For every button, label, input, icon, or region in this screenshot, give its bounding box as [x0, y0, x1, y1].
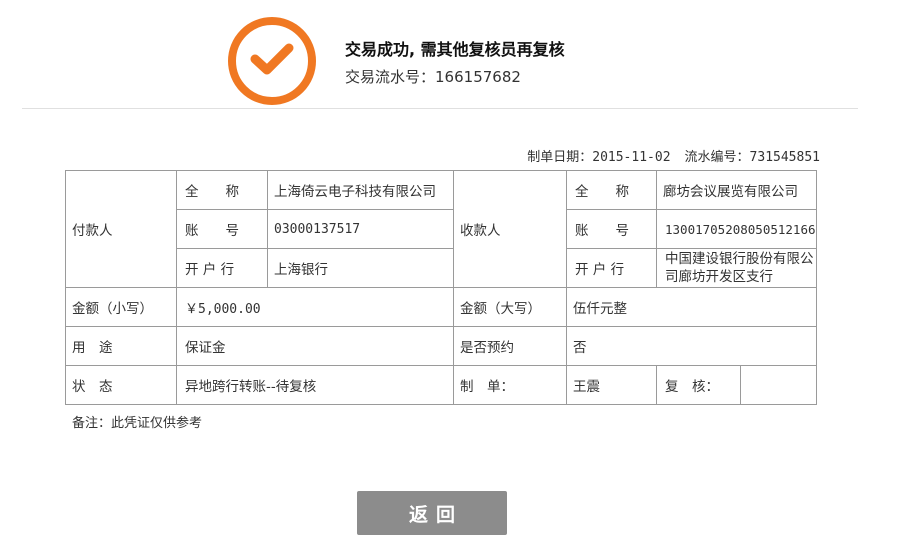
payer-bank-value: 上海银行: [267, 248, 454, 288]
amount-small-label: 金额（小写）: [65, 287, 177, 327]
maker-value: 王震: [566, 365, 657, 405]
checker-label: 复 核：: [656, 365, 741, 405]
meta-serial-label: 流水编号：: [684, 150, 750, 165]
voucher-table: 付款人 全 称 上海倚云电子科技有限公司 收款人 全 称 廊坊会议展览有限公司 …: [65, 170, 817, 405]
payer-name-value: 上海倚云电子科技有限公司: [267, 170, 454, 210]
result-title: 交易成功, 需其他复核员再复核: [345, 40, 565, 59]
payee-name-label: 全 称: [566, 170, 657, 210]
table-row: 开 户 行 上海银行 开 户 行 中国建设银行股份有限公司廊坊开发区支行: [66, 248, 817, 288]
voucher-meta: 制单日期：2015-11-02 流水编号：731545851: [527, 146, 820, 165]
maker-label: 制 单：: [453, 365, 567, 405]
meta-serial-value: 731545851: [749, 150, 820, 165]
payer-bank-label: 开 户 行: [176, 248, 268, 288]
status-value: 异地跨行转账--待复核: [176, 365, 454, 405]
reserve-value: 否: [566, 326, 817, 366]
result-header: 交易成功, 需其他复核员再复核 交易流水号：166157682: [0, 0, 910, 108]
table-row: 状 态 异地跨行转账--待复核 制 单： 王震 复 核：: [65, 365, 817, 405]
payer-account-label: 账 号: [176, 209, 268, 249]
checkmark-icon: [250, 43, 294, 75]
success-icon-circle: [228, 17, 316, 105]
payer-account-value: 03000137517: [267, 209, 454, 249]
payer-label: 付款人: [65, 170, 177, 288]
purpose-value: 保证金: [176, 326, 454, 366]
header-divider: [22, 108, 858, 109]
amount-big-value: 伍仟元整: [566, 287, 817, 327]
table-row: 金额（小写） ￥5,000.00 金额（大写） 伍仟元整: [65, 287, 817, 327]
serial-label: 交易流水号：: [345, 68, 436, 86]
voucher-note: 备注：此凭证仅供参考: [72, 416, 203, 431]
reserve-label: 是否预约: [453, 326, 567, 366]
payee-bank-value: 中国建设银行股份有限公司廊坊开发区支行: [656, 248, 817, 288]
date-value: 2015-11-02: [592, 150, 671, 165]
serial-value: 166157682: [435, 68, 521, 86]
payee-account-label: 账 号: [566, 209, 657, 249]
payee-account-value: 130017052080505121​66: [656, 209, 817, 249]
payee-bank-label: 开 户 行: [566, 248, 657, 288]
table-row: 账 号 03000137517 账 号 130017052080505121​6…: [66, 209, 817, 249]
status-label: 状 态: [65, 365, 177, 405]
payee-label: 收款人: [453, 170, 567, 288]
purpose-label: 用 途: [65, 326, 177, 366]
date-label: 制单日期：: [527, 150, 593, 165]
checker-value: [740, 365, 817, 405]
amount-small-value: ￥5,000.00: [176, 287, 454, 327]
amount-big-label: 金额（大写）: [453, 287, 567, 327]
table-row: 用 途 保证金 是否预约 否: [65, 326, 817, 366]
back-button[interactable]: 返回: [357, 491, 507, 535]
payee-name-value: 廊坊会议展览有限公司: [656, 170, 817, 210]
table-row: 付款人 全 称 上海倚云电子科技有限公司 收款人 全 称 廊坊会议展览有限公司: [65, 170, 817, 288]
payer-name-label: 全 称: [176, 170, 268, 210]
transaction-serial: 交易流水号：166157682: [345, 66, 521, 87]
